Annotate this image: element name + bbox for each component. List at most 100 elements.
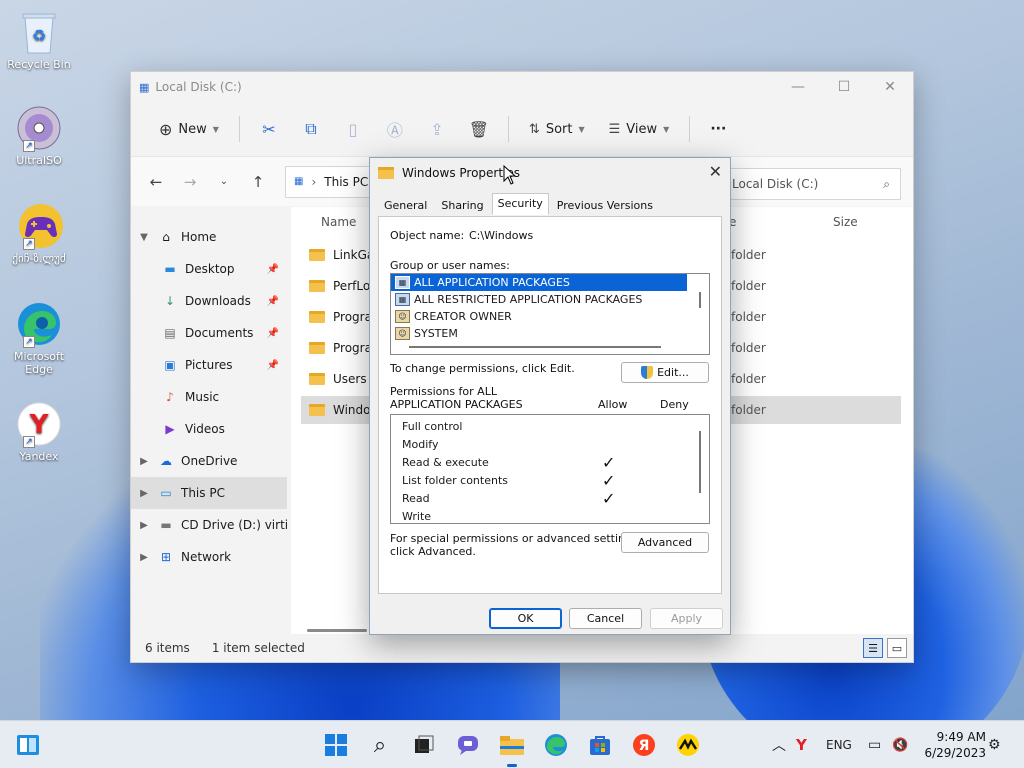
cd-drive-icon: ▬ [160,518,172,532]
language-indicator[interactable]: ENG [826,721,852,768]
apply-button[interactable]: Apply [650,608,723,629]
desktop-icon-game[interactable]: ↗ ქიჩ-ზ.ლუძ [4,202,74,265]
sidebar-item-home[interactable]: ▼ ⌂ Home [131,221,291,253]
cut-button[interactable]: ✂ [250,113,288,145]
permission-write: Write [402,510,432,523]
sidebar-item-music[interactable]: ♪ Music [131,381,291,413]
more-options-button[interactable]: ··· [700,113,736,145]
sidebar-item-network[interactable]: ▶ ⊞ Network [131,541,291,573]
network-icon: ⊞ [160,550,172,564]
horizontal-scrollbar[interactable] [409,346,661,348]
tab-sharing[interactable]: Sharing [435,195,489,217]
notifications-button[interactable]: ⚙ [988,721,1001,768]
list-item[interactable]: ☺ CREATOR OWNER [391,308,709,325]
close-button[interactable]: ✕ [867,72,913,102]
network-tray-button[interactable]: ▭ [868,721,881,768]
details-view-button[interactable]: ☰ [863,638,883,658]
sidebar-item-desktop[interactable]: ▬ Desktop 📌 [131,253,291,285]
folder-icon [309,373,325,385]
drive-icon: ▦ [139,80,150,94]
ok-label: OK [517,612,534,625]
vertical-scrollbar[interactable] [699,431,701,493]
chevron-right-icon: ▶ [140,551,148,563]
app-taskbar-button[interactable] [674,731,702,759]
edge-taskbar-button[interactable] [542,731,570,759]
list-item[interactable]: ☺ SYSTEM [391,325,709,342]
users-icon: ☺ [395,327,410,340]
toolbar-divider [238,116,240,142]
search-button[interactable]: ⌕ [366,731,394,759]
back-button[interactable]: ← [141,173,171,191]
copy-button[interactable]: ⧉ [292,113,330,145]
tiles-view-button[interactable]: ▭ [887,638,907,658]
download-icon: ↓ [164,294,176,308]
search-input[interactable]: ch Local Disk (C:) ⌕ [711,168,901,200]
delete-button[interactable]: 🗑 [460,113,498,145]
object-name-value: C:\Windows [469,229,534,242]
sort-button[interactable]: ⇅ Sort ▼ [519,113,595,145]
minimize-button[interactable]: — [775,72,821,102]
notification-icon: ⚙ [988,737,1001,753]
sidebar-item-this-pc[interactable]: ▶ ▭ This PC [131,477,287,509]
widgets-button[interactable] [14,731,42,759]
advanced-button[interactable]: Advanced [621,532,709,553]
cancel-button[interactable]: Cancel [569,608,642,629]
edit-label: Edit... [657,366,689,379]
dialog-close-button[interactable]: ✕ [709,162,722,181]
forward-button[interactable]: → [175,173,205,191]
file-name: Users [333,372,367,386]
trash-icon: 🗑 [468,119,490,139]
sidebar-item-label: Home [181,230,217,244]
yandex-taskbar-button[interactable]: Я [630,731,658,759]
sidebar-item-label: CD Drive (D:) virtio-w [181,518,287,532]
column-header-name[interactable]: Name [321,215,356,229]
rename-button[interactable]: Ⓐ [376,113,414,145]
folder-icon [309,342,325,354]
list-item-selected[interactable]: ▦ ALL APPLICATION PACKAGES [391,274,687,291]
widgets-icon [17,735,39,755]
ok-button[interactable]: OK [489,608,562,629]
horizontal-scrollbar[interactable] [307,629,367,632]
start-button[interactable] [322,731,350,759]
new-button[interactable]: ⊕ New ▼ [149,113,229,145]
sidebar-item-videos[interactable]: ▶ Videos [131,413,291,445]
sidebar-item-pictures[interactable]: ▣ Pictures 📌 [131,349,291,381]
music-icon: ♪ [166,390,174,404]
clock[interactable]: 9:49 AM 6/29/2023 [924,729,986,761]
sidebar-item-downloads[interactable]: ↓ Downloads 📌 [131,285,291,317]
list-item[interactable]: ▦ ALL RESTRICTED APPLICATION PACKAGES [391,291,709,308]
up-button[interactable]: ↑ [243,173,273,191]
chat-button[interactable] [454,731,482,759]
vertical-scrollbar[interactable] [699,292,701,308]
volume-tray-button[interactable]: 🔇 [892,721,908,768]
show-hidden-icons-button[interactable]: ︿ [772,721,786,768]
desktop-icon-yandex[interactable]: Y ↗ Yandex [4,400,74,463]
file-explorer-taskbar-button[interactable] [498,731,526,767]
permissions-list[interactable]: Full control Modify Read & execute ✓ Lis… [390,414,710,524]
sidebar-item-documents[interactable]: ▤ Documents 📌 [131,317,291,349]
sidebar-item-onedrive[interactable]: ▶ ☁ OneDrive [131,445,291,477]
yandex-tray-button[interactable]: Y [796,721,807,768]
column-header-size[interactable]: Size [833,215,858,229]
share-button[interactable]: ⇪ [418,113,456,145]
recent-locations-button[interactable]: ⌄ [209,176,239,187]
desktop-icon-edge[interactable]: ↗ Microsoft Edge [4,300,74,376]
file-type: folder [731,279,766,293]
tab-security[interactable]: Security [491,193,549,215]
chevron-up-icon: ︿ [772,738,786,754]
chat-icon [458,736,478,755]
yandex-tray-icon: Y [796,736,807,754]
task-view-button[interactable] [410,731,438,759]
maximize-button[interactable]: ☐ [821,72,867,102]
group-user-list[interactable]: ▦ ALL APPLICATION PACKAGES ▦ ALL RESTRIC… [390,273,710,355]
store-taskbar-button[interactable] [586,731,614,759]
desktop-icon-recycle-bin[interactable]: ♻ Recycle Bin [4,8,74,71]
sidebar-item-cd-drive[interactable]: ▶ ▬ CD Drive (D:) virtio-w [131,509,291,541]
tab-previous-versions[interactable]: Previous Versions [551,195,659,217]
edit-button[interactable]: Edit... [621,362,709,383]
cloud-icon: ☁ [160,454,172,468]
desktop-icon-ultraiso[interactable]: ↗ UltraISO [4,104,74,167]
tab-general[interactable]: General [378,195,433,217]
view-button[interactable]: ☰ View ▼ [599,113,680,145]
paste-button[interactable]: ▯ [334,113,372,145]
